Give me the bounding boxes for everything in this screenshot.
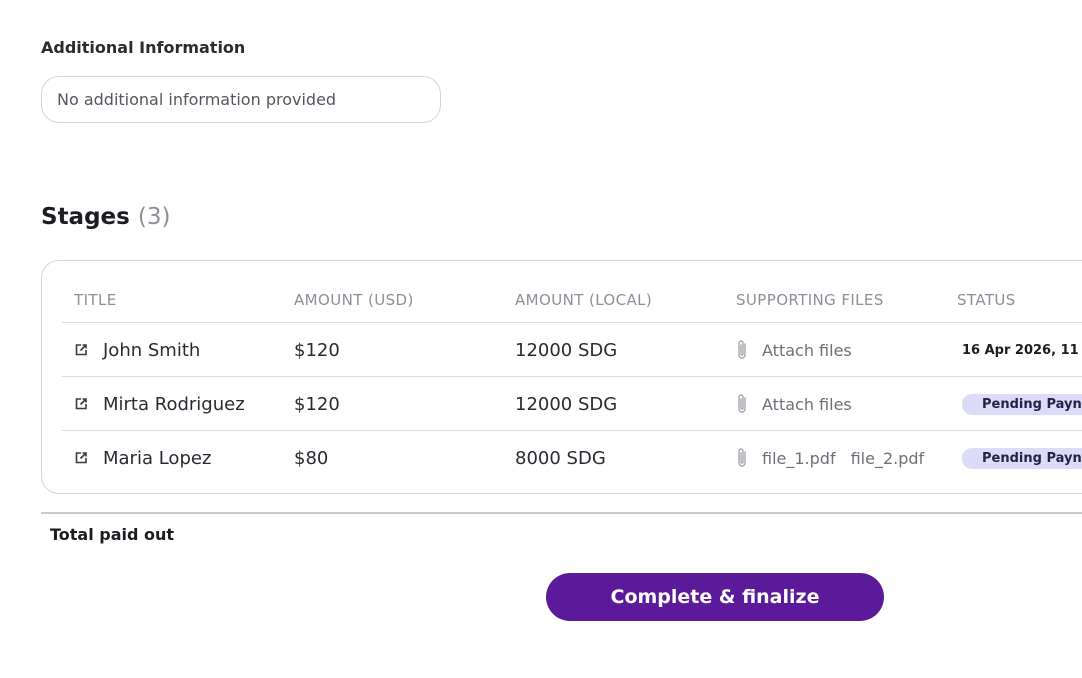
attach-files-button[interactable]: Attach files [736,323,852,377]
additional-info-field[interactable]: No additional information provided [41,76,441,123]
stage-title-cell: John Smith [74,323,200,377]
stage-review-page: Additional Information No additional inf… [0,0,1082,678]
total-paid-out-label: Total paid out [50,525,175,544]
file-link[interactable]: file_1.pdf [762,449,836,468]
column-supporting-files[interactable]: SUPPORTING FILES [736,291,884,309]
status-badge: Pending Payn [962,447,1082,469]
external-link-icon[interactable] [74,451,88,465]
stage-title-cell: Maria Lopez [74,431,211,485]
table-row[interactable]: John Smith $120 12000 SDG Attach files 1… [62,323,1082,377]
amount-usd: $120 [294,339,340,361]
attach-files-button[interactable]: Attach files [736,377,852,431]
stage-title[interactable]: Maria Lopez [103,448,211,469]
status-date: 16 Apr 2026, 11 [962,342,1079,358]
attach-files-label: Attach files [762,394,852,414]
amount-local: 12000 SDG [515,393,618,415]
attach-files-label: Attach files [762,340,852,360]
column-title[interactable]: TITLE [74,291,117,309]
section-divider [41,512,1082,514]
table-row[interactable]: Maria Lopez $80 8000 SDG file_1.pdf file… [62,431,1082,485]
amount-usd: $80 [294,447,329,469]
stages-title: Stages [41,204,130,230]
supporting-files-list: file_1.pdf file_2.pdf [736,431,946,485]
status-cell: Pending Payn [962,377,1082,431]
table-header: TITLE AMOUNT (USD) AMOUNT (LOCAL) SUPPOR… [62,261,1082,323]
paperclip-icon [736,338,748,362]
additional-info-label: Additional Information [41,38,246,57]
column-amount-local[interactable]: AMOUNT (LOCAL) [515,291,652,309]
file-link[interactable]: file_2.pdf [851,449,931,468]
amount-local: 8000 SDG [515,447,606,469]
column-amount-usd[interactable]: AMOUNT (USD) [294,291,414,309]
stages-table: TITLE AMOUNT (USD) AMOUNT (LOCAL) SUPPOR… [41,260,1082,494]
table-row[interactable]: Mirta Rodriguez $120 12000 SDG Attach fi… [62,377,1082,431]
status-badge: Pending Payn [962,393,1082,415]
amount-usd: $120 [294,393,340,415]
paperclip-icon [736,446,748,470]
stage-title[interactable]: John Smith [103,340,200,361]
complete-finalize-button[interactable]: Complete & finalize [546,573,884,621]
external-link-icon[interactable] [74,343,88,357]
column-status[interactable]: STATUS [957,291,1016,309]
stages-heading: Stages (3) [41,204,170,230]
amount-local: 12000 SDG [515,339,618,361]
stages-count: (3) [137,204,171,230]
stage-title[interactable]: Mirta Rodriguez [103,394,245,415]
stage-title-cell: Mirta Rodriguez [74,377,245,431]
status-cell: 16 Apr 2026, 11 [962,323,1079,377]
additional-info-value: No additional information provided [57,90,337,109]
status-cell: Pending Payn [962,431,1082,485]
paperclip-icon [736,392,748,416]
external-link-icon[interactable] [74,397,88,411]
